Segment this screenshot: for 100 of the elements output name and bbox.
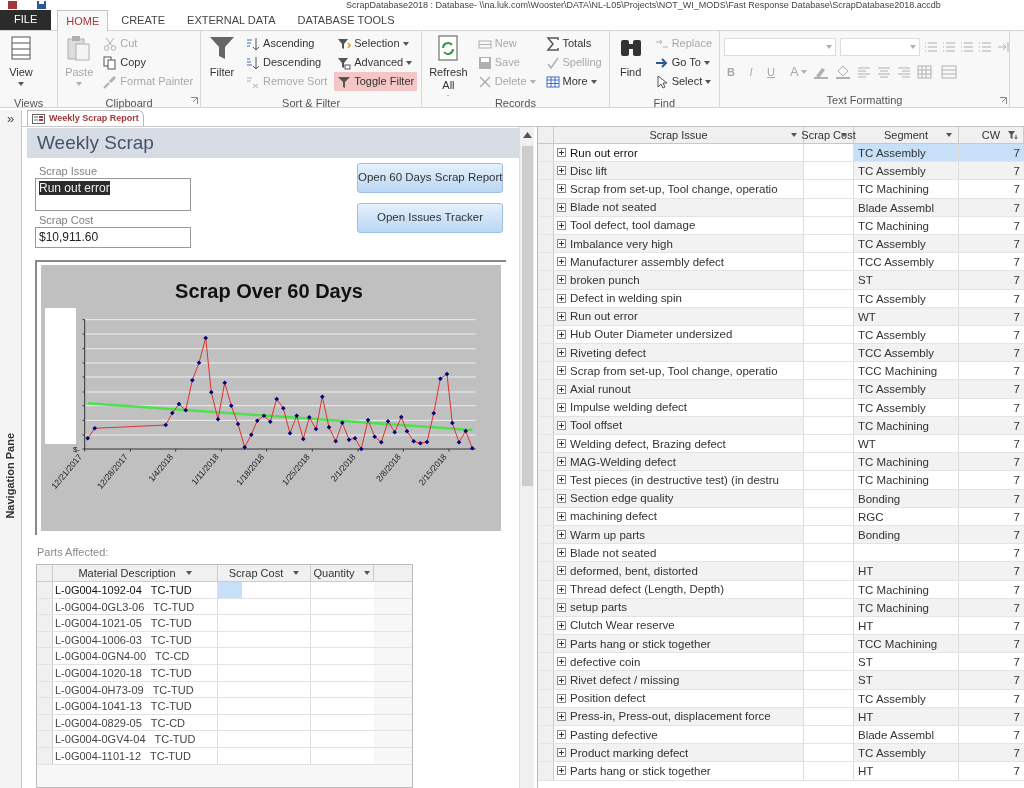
ribbon-button[interactable]: Copy [100,53,197,72]
ribbon-button[interactable]: Filter [205,34,240,96]
expand-icon[interactable] [557,730,566,740]
form-button[interactable]: Open 60 Days Scrap Report [357,163,503,193]
data-point [450,420,455,426]
table-cell: 7 [959,671,1024,689]
expand-icon[interactable] [557,766,566,776]
data-point [249,432,254,437]
ribbon-button[interactable]: Selection [334,34,418,53]
expand-icon[interactable] [557,439,566,449]
expand-icon[interactable] [557,366,566,376]
data-point [294,413,299,418]
ribbon-button[interactable]: Ascending [243,34,331,53]
table-cell: ST [854,271,959,289]
ribbon-button[interactable]: Select [651,72,715,91]
expand-icon[interactable] [557,402,566,412]
expand-icon[interactable] [557,693,566,703]
scrollbar[interactable] [519,127,534,788]
expand-icon[interactable] [557,639,566,649]
ribbon-button[interactable]: Go To [651,53,715,72]
file-tab[interactable]: FILE [0,9,52,30]
expand-icon[interactable] [557,148,566,158]
expand-icon[interactable] [557,748,566,758]
form-button[interactable]: Open Issues Tracker [357,203,503,233]
expand-icon[interactable] [557,384,566,394]
expand-icon[interactable] [557,275,566,285]
row-selector[interactable] [37,648,53,664]
text-field[interactable]: Run out error [35,178,191,211]
navigation-pane-label[interactable]: Navigation Pane [2,433,19,519]
table-cell-text: Scrap from set-up, Tool change, operatio [570,181,778,197]
column-header[interactable]: CW [959,127,1024,143]
data-point [313,426,319,432]
expand-icon[interactable] [557,202,566,212]
expand-pane-button[interactable]: » [6,112,15,125]
row-selector[interactable] [37,582,53,598]
expand-icon[interactable] [557,657,566,667]
copy-icon [103,55,118,70]
scroll-up-icon[interactable] [522,132,532,138]
table-cell-text: Scrap from set-up, Tool change, operatio [570,363,778,379]
ribbon-button[interactable]: More [542,72,605,91]
table-cell-text: MAG-Welding defect [570,454,676,470]
expand-icon[interactable] [557,257,566,267]
ribbon-button[interactable]: Toggle Filter [334,72,418,91]
data-point [196,360,202,365]
expand-icon[interactable] [557,475,566,485]
data-point [333,439,338,444]
expand-icon[interactable] [557,220,566,230]
expand-icon[interactable] [557,711,566,721]
text-field[interactable]: $10,911.60 [35,227,191,248]
ribbon-button[interactable]: View [4,34,38,96]
table-cell-text: deformed, bent, distorted [570,563,698,579]
column-header[interactable]: Scrap Cost [218,565,311,581]
expand-icon[interactable] [557,584,566,594]
ribbon-button[interactable]: Refresh All [426,34,471,96]
ribbon-button[interactable]: Descending [243,53,331,72]
ribbon-button[interactable]: Advanced [334,53,418,72]
data-point [301,436,306,442]
row-selector[interactable] [37,615,53,631]
data-point [392,430,397,435]
expand-icon[interactable] [557,311,566,321]
expand-icon[interactable] [557,184,566,194]
paragraph-direction-icon [996,40,1010,54]
group-label: Views [14,96,44,110]
table-cell [311,698,374,714]
expand-icon[interactable] [557,530,566,540]
group-label: Clipboard [104,96,154,110]
expand-icon[interactable] [557,166,566,176]
ribbon-tab[interactable]: HOME [57,10,109,31]
expand-icon[interactable] [557,329,566,339]
expand-icon[interactable] [557,293,566,303]
data-point [340,420,345,425]
expand-icon[interactable] [557,675,566,685]
expand-icon[interactable] [557,620,566,630]
expand-icon[interactable] [557,457,566,467]
form-tab[interactable]: Weekly Scrap Report [27,110,144,126]
ribbon-button[interactable]: Totals [542,34,605,53]
expand-icon[interactable] [557,566,566,576]
row-selector[interactable] [37,731,53,747]
scrollbar-thumb[interactable] [521,146,533,486]
table-cell: HT [854,562,959,580]
app-icon [8,1,17,9]
column-header[interactable]: Material Description [53,565,218,581]
row-selector[interactable] [37,698,53,714]
ribbon-button[interactable]: Find [613,34,648,96]
table-cell-text: Parts hang or stick together [570,636,711,652]
expand-icon[interactable] [557,493,566,503]
caret-icon [529,79,536,84]
expand-icon[interactable] [557,548,566,558]
table-cell: 7 [959,380,1024,398]
data-point [190,378,195,383]
expand-icon[interactable] [557,602,566,612]
expand-icon[interactable] [557,239,566,249]
expand-icon[interactable] [557,348,566,358]
table-cell-text: Tool offset [570,418,623,434]
expand-icon[interactable] [557,420,566,430]
table-cell: TC Assembly [854,162,959,180]
column-header[interactable]: Quantity [311,565,374,581]
expand-icon[interactable] [557,511,566,521]
delete-icon [477,74,492,89]
caret-icon [364,571,371,575]
